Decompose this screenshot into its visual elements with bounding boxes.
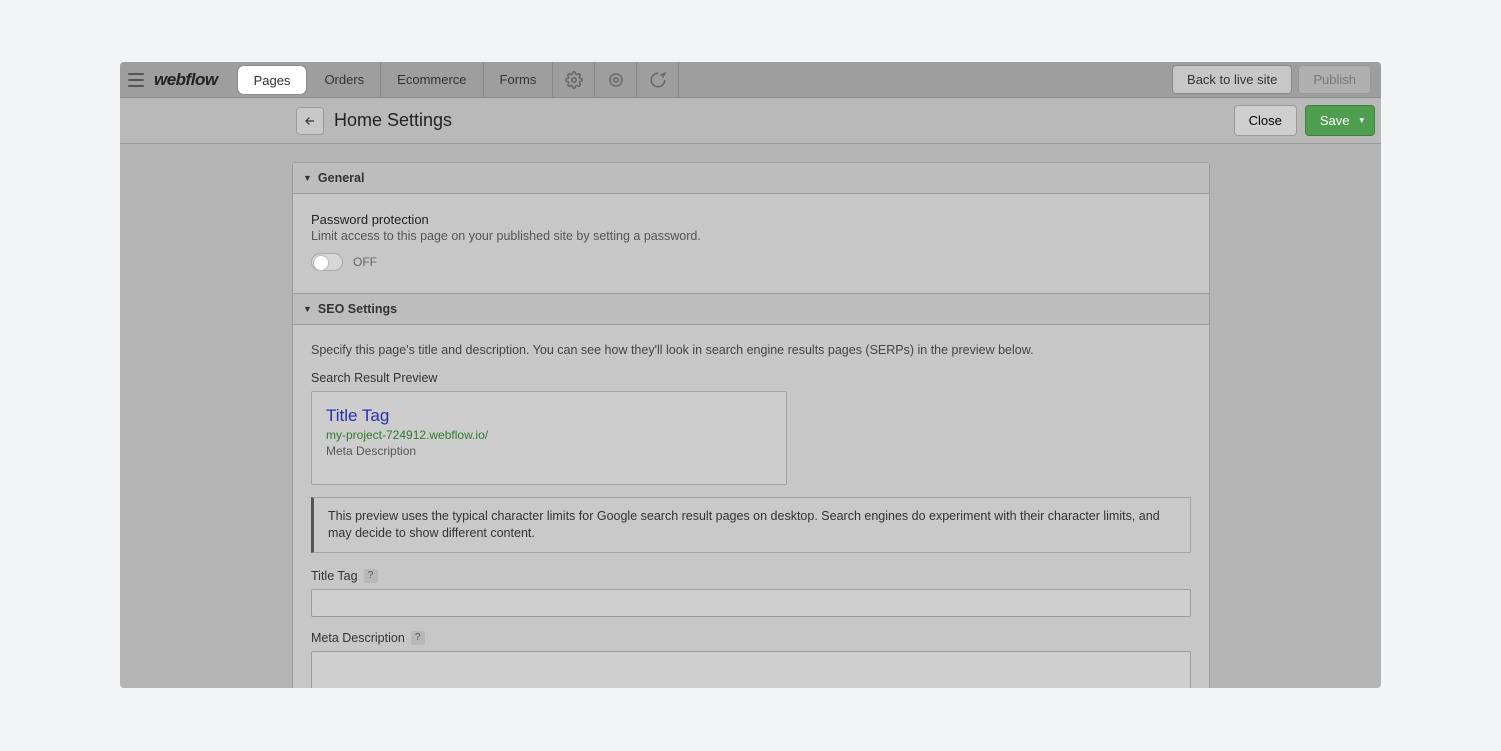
tab-pages[interactable]: Pages bbox=[238, 66, 307, 94]
section-header-general[interactable]: ▼ General bbox=[293, 163, 1209, 194]
password-help: Limit access to this page on your publis… bbox=[311, 229, 1191, 243]
close-button[interactable]: Close bbox=[1234, 105, 1297, 136]
password-toggle[interactable] bbox=[311, 253, 343, 271]
gear-icon[interactable] bbox=[595, 62, 637, 97]
serp-url: my-project-724912.webflow.io/ bbox=[326, 428, 772, 442]
settings-icon[interactable] bbox=[553, 62, 595, 97]
tab-group: Pages Orders Ecommerce Forms bbox=[236, 62, 680, 97]
section-body-seo: Specify this page's title and descriptio… bbox=[293, 325, 1209, 688]
chevron-down-icon: ▾ bbox=[1359, 115, 1364, 126]
back-button[interactable] bbox=[296, 107, 324, 135]
tab-forms[interactable]: Forms bbox=[484, 62, 554, 97]
serp-preview: Title Tag my-project-724912.webflow.io/ … bbox=[311, 391, 787, 485]
topbar: webflow Pages Orders Ecommerce Forms Bac… bbox=[120, 62, 1381, 98]
settings-content: ▼ General Password protection Limit acce… bbox=[292, 162, 1210, 688]
password-label: Password protection bbox=[311, 212, 1191, 227]
save-button[interactable]: Save ▾ bbox=[1305, 105, 1375, 136]
save-button-label: Save bbox=[1320, 113, 1350, 128]
section-body-general: Password protection Limit access to this… bbox=[293, 194, 1209, 293]
publish-button[interactable]: Publish bbox=[1298, 65, 1371, 94]
section-header-seo[interactable]: ▼ SEO Settings bbox=[293, 293, 1209, 325]
settings-panel: ▼ General Password protection Limit acce… bbox=[292, 162, 1210, 688]
hamburger-icon[interactable] bbox=[128, 73, 144, 87]
tab-orders[interactable]: Orders bbox=[308, 62, 381, 97]
tab-ecommerce[interactable]: Ecommerce bbox=[381, 62, 483, 97]
page-title: Home Settings bbox=[334, 110, 452, 131]
help-icon[interactable]: ? bbox=[364, 569, 378, 583]
chevron-down-icon: ▼ bbox=[303, 304, 312, 314]
password-toggle-state: OFF bbox=[353, 255, 377, 269]
meta-desc-input[interactable] bbox=[311, 651, 1191, 688]
app-window: webflow Pages Orders Ecommerce Forms Bac… bbox=[120, 62, 1381, 688]
title-tag-input[interactable] bbox=[311, 589, 1191, 617]
share-icon[interactable] bbox=[637, 62, 679, 97]
section-title-seo: SEO Settings bbox=[318, 302, 397, 316]
serp-meta: Meta Description bbox=[326, 444, 772, 458]
help-icon[interactable]: ? bbox=[411, 631, 425, 645]
chevron-down-icon: ▼ bbox=[303, 173, 312, 183]
serp-note: This preview uses the typical character … bbox=[311, 497, 1191, 553]
title-tag-label: Title Tag ? bbox=[311, 569, 1191, 583]
subheader: Home Settings Close Save ▾ bbox=[120, 98, 1381, 144]
section-title-general: General bbox=[318, 171, 365, 185]
serp-title: Title Tag bbox=[326, 406, 772, 426]
seo-intro: Specify this page's title and descriptio… bbox=[311, 343, 1191, 357]
meta-desc-label: Meta Description ? bbox=[311, 631, 1191, 645]
back-to-live-button[interactable]: Back to live site bbox=[1172, 65, 1292, 94]
serp-preview-label: Search Result Preview bbox=[311, 371, 1191, 385]
brand-logo: webflow bbox=[154, 70, 218, 90]
